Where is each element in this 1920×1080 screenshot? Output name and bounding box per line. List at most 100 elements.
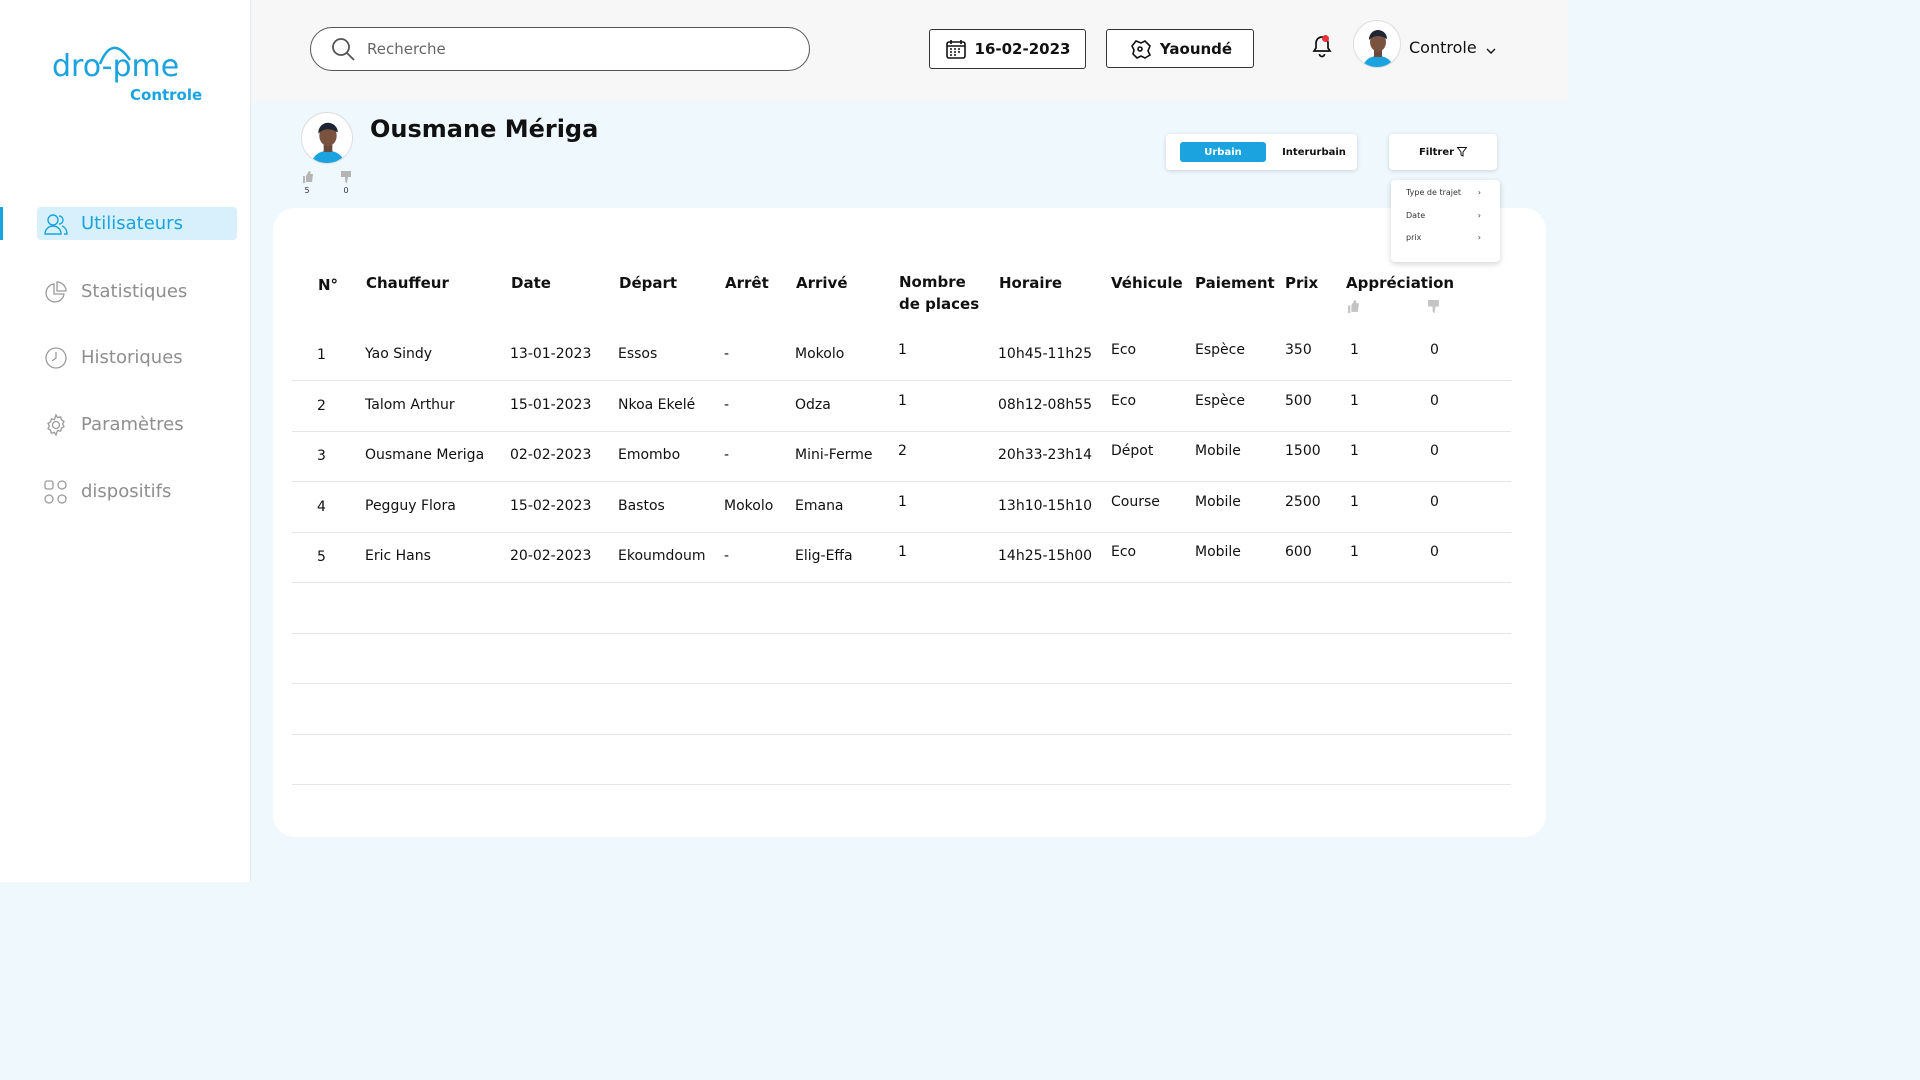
avatar-icon [1362,30,1394,67]
chevron-right-icon: › [1477,188,1481,197]
row-divider [292,531,1511,533]
row-paiement: Mobile [1195,544,1241,560]
row-chauffeur: Ousmane Meriga [365,447,485,463]
row-prix: 1500 [1285,443,1321,459]
chevron-down-icon[interactable] [1486,44,1496,58]
row-num: 5 [317,549,326,565]
row-arret: - [724,447,730,463]
date-button[interactable]: 16-02-2023 [929,29,1086,69]
driver-name: Ousmane Mériga [370,115,599,143]
row-date: 20-02-2023 [510,548,592,564]
sidebar-item-dispositifs[interactable]: dispositifs [37,475,237,508]
likes-count: 5 [304,186,310,195]
col-header-paiement: Paiement [1195,274,1275,292]
row-chauffeur: Pegguy Flora [365,497,456,514]
row-places: 1 [898,544,907,560]
tab-interurbain[interactable]: Interurbain [1276,142,1352,162]
row-vehicule: Course [1111,493,1160,510]
row-likes: 1 [1350,443,1359,459]
col-header-arrive: Arrivé [796,274,848,292]
row-likes: 1 [1350,392,1359,409]
pie-chart-icon [44,280,68,304]
filter-option-label: prix [1406,233,1422,242]
filter-option-date[interactable]: Date › [1406,211,1481,220]
dislikes-count: 0 [343,186,349,195]
filter-dropdown: Type de trajet › Date › prix › [1391,180,1500,262]
filter-button[interactable]: Filtrer [1389,134,1497,170]
row-arrive: Emana [795,497,844,514]
row-arrive: Mokolo [795,346,845,362]
col-header-prix: Prix [1285,274,1319,292]
notification-badge [1322,35,1329,42]
thumbs-down-icon [1428,300,1439,313]
row-arret: - [724,346,730,362]
row-divider [292,632,1511,634]
filter-option-label: Type de trajet [1406,188,1462,197]
row-horaire: 20h33-23h14 [998,447,1093,463]
row-chauffeur: Talom Arthur [365,396,455,413]
gear-icon [44,412,68,437]
row-depart: Nkoa Ekelé [618,396,696,413]
sidebar-item-historiques[interactable]: Historiques [37,341,237,374]
row-date: 13-01-2023 [510,346,592,362]
user-avatar[interactable] [1353,20,1401,68]
top-header: 16-02-2023 Yaoundé Controle [252,0,1568,101]
row-divider [292,380,1511,381]
row-dislikes: 0 [1430,342,1439,358]
filter-option-type[interactable]: Type de trajet › [1406,188,1481,197]
search-input[interactable] [367,40,767,58]
row-chauffeur: Yao Sindy [365,346,433,362]
row-chauffeur: Eric Hans [365,548,431,564]
col-header-depart: Départ [619,274,678,292]
sidebar-item-utilisateurs[interactable]: Utilisateurs [37,207,237,240]
row-prix: 600 [1285,544,1312,560]
brand-logo[interactable]: dro-pme Controle [50,34,210,114]
city-button[interactable]: Yaoundé [1106,29,1254,68]
row-horaire: 10h45-11h25 [998,346,1093,362]
row-depart: Essos [618,346,658,362]
row-places: 1 [898,493,907,510]
user-name[interactable]: Controle [1409,38,1477,57]
search-bar[interactable] [310,27,810,71]
grid-icon [44,479,68,504]
tab-urbain[interactable]: Urbain [1180,142,1266,162]
row-num: 4 [317,498,326,515]
col-header-horaire: Horaire [999,274,1063,292]
row-depart: Bastos [618,497,665,514]
col-header-appreciation: Appréciation [1346,274,1455,292]
calendar-icon [945,39,967,59]
row-divider [292,430,1511,432]
row-horaire: 08h12-08h55 [998,396,1093,413]
row-num: 3 [317,448,326,464]
thumbs-up-icon [303,171,313,183]
col-header-arret: Arrêt [725,274,769,292]
users-icon [44,212,68,236]
map-region-icon [1128,38,1152,60]
row-divider [292,733,1511,735]
driver-avatar [301,112,353,164]
row-places: 1 [898,342,907,358]
date-label: 16-02-2023 [974,40,1071,58]
row-paiement: Espèce [1195,342,1245,358]
row-arrive: Odza [795,396,831,413]
row-horaire: 13h10-15h10 [998,497,1093,514]
filter-option-prix[interactable]: prix › [1406,233,1481,242]
chevron-right-icon: › [1477,211,1481,220]
row-vehicule: Dépot [1111,443,1154,459]
row-num: 2 [317,397,326,414]
row-paiement: Espèce [1195,392,1245,409]
row-divider [292,582,1511,583]
sidebar-item-parametres[interactable]: Paramètres [37,408,237,441]
row-arrive: Mini-Ferme [795,447,873,463]
sidebar-item-statistiques[interactable]: Statistiques [37,275,237,308]
row-likes: 1 [1350,544,1359,560]
avatar-icon [311,122,345,163]
city-label: Yaoundé [1159,39,1233,58]
row-dislikes: 0 [1430,544,1439,560]
thumbs-up-icon [1348,300,1359,313]
sidebar-item-label: Statistiques [81,281,188,302]
row-date: 15-01-2023 [510,396,592,413]
sidebar-item-label: dispositifs [81,481,172,502]
sidebar-item-label: Utilisateurs [81,213,183,234]
col-header-date: Date [511,274,551,292]
